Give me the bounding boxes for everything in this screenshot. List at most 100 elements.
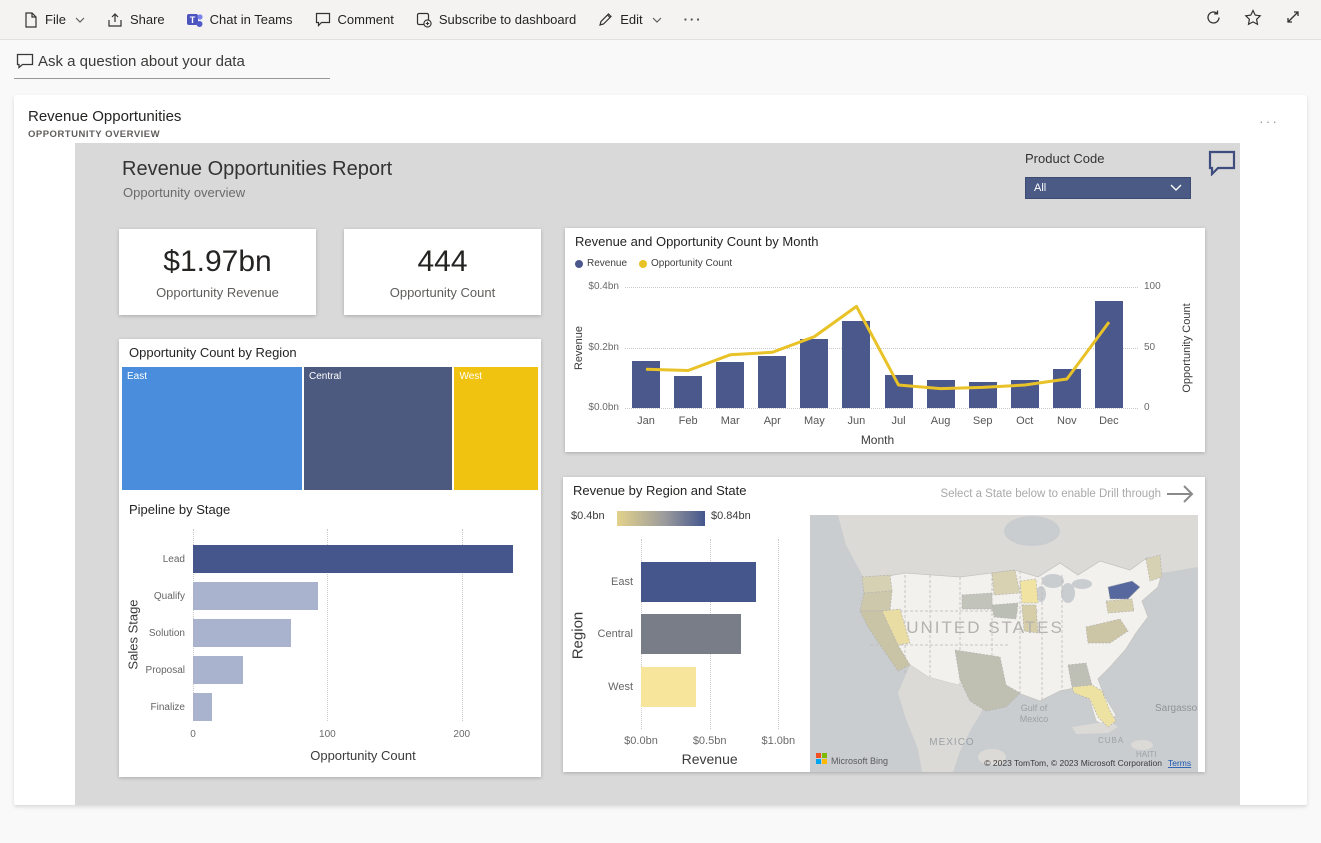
pipeline-bar-proposal[interactable]: [193, 656, 243, 684]
share-label: Share: [130, 12, 165, 27]
x-axis-tick: Sep: [962, 415, 1004, 427]
map-state-wisconsin[interactable]: [1020, 579, 1038, 603]
y-axis-title-region: Region: [570, 576, 587, 696]
x-axis-tick: Dec: [1088, 415, 1130, 427]
gradient-min-label: $0.4bn: [571, 510, 605, 522]
comment-button[interactable]: Comment: [304, 0, 405, 40]
subscribe-label: Subscribe to dashboard: [439, 12, 576, 27]
x-axis-tick: $0.0bn: [619, 735, 663, 747]
comment-label: Comment: [338, 12, 394, 27]
kpi-opportunity-count[interactable]: 444 Opportunity Count: [344, 229, 541, 315]
treemap-tile-central[interactable]: Central: [304, 367, 452, 490]
line-series-opportunity-count[interactable]: [625, 287, 1130, 408]
qa-bar[interactable]: Ask a question about your data: [14, 48, 330, 82]
report-title: Revenue Opportunities Report: [122, 158, 392, 181]
y-axis-tick-right: 100: [1144, 281, 1161, 292]
kpi-value: $1.97bn: [163, 245, 271, 279]
x-axis-tick: Oct: [1004, 415, 1046, 427]
chat-in-teams-button[interactable]: T Chat in Teams: [176, 0, 304, 40]
pipeline-bar-lead[interactable]: [193, 545, 513, 573]
legend-item-opportunity-count[interactable]: Opportunity Count: [639, 258, 732, 269]
map-state-iowa[interactable]: [992, 603, 1018, 619]
product-code-dropdown[interactable]: All: [1025, 177, 1191, 199]
gradient-max-label: $0.84bn: [711, 510, 751, 522]
map-label-cuba: CUBA: [1098, 736, 1124, 745]
dashboard-title: Revenue Opportunities: [28, 108, 181, 125]
x-axis-tick: Jul: [877, 415, 919, 427]
report-comment-icon[interactable]: [1207, 149, 1237, 181]
map-state-washington[interactable]: [862, 575, 892, 593]
gradient-legend-bar: [617, 511, 705, 526]
bing-logo-icon: [822, 753, 827, 758]
treemap-opportunity-by-region: East CentralWest: [122, 367, 538, 490]
chart-legend: Revenue Opportunity Count: [575, 258, 732, 269]
map-terms-link[interactable]: Terms: [1168, 758, 1191, 768]
y-axis-tick-left: $0.4bn: [569, 281, 619, 292]
comment-icon: [315, 12, 331, 27]
pipeline-category-label: Lead: [125, 554, 185, 565]
bing-map[interactable]: UNITED STATESGulf ofMexicoMEXICOCUBAHAIT…: [810, 515, 1198, 772]
subscribe-button[interactable]: Subscribe to dashboard: [405, 0, 587, 40]
pipeline-title: Pipeline by Stage: [129, 502, 230, 517]
x-axis-tick: Nov: [1046, 415, 1088, 427]
treemap-tile-label: East: [127, 371, 147, 382]
treemap-tile-west[interactable]: West: [454, 367, 538, 490]
treemap-title: Opportunity Count by Region: [129, 345, 297, 360]
chat-in-teams-label: Chat in Teams: [210, 12, 293, 27]
treemap-tile-east[interactable]: East: [122, 367, 302, 490]
toolbar-more-button[interactable]: ···: [673, 0, 714, 40]
dashboard-card: Revenue Opportunities OPPORTUNITY OVERVI…: [14, 95, 1307, 805]
legend-item-revenue[interactable]: Revenue: [575, 258, 627, 269]
region-chart-title: Revenue by Region and State: [573, 483, 746, 498]
x-axis-ticks: JanFebMarAprMayJunJulAugSepOctNovDec: [625, 415, 1130, 427]
legend-dot: [575, 260, 583, 268]
pipeline-category-label: Finalize: [125, 702, 185, 713]
pipeline-bar-solution[interactable]: [193, 619, 291, 647]
pipeline-bar-finalize[interactable]: [193, 693, 212, 721]
map-lake: [1042, 574, 1064, 588]
share-icon: [107, 12, 123, 28]
x-axis-title-opportunity-count: Opportunity Count: [193, 748, 533, 763]
y-axis-tick-right: 0: [1144, 402, 1150, 413]
x-axis-tick: Jun: [835, 415, 877, 427]
drill-through-arrow-icon[interactable]: [1165, 483, 1195, 510]
edit-button[interactable]: Edit: [587, 0, 672, 40]
svg-text:T: T: [189, 15, 195, 25]
region-bar-central[interactable]: [641, 614, 741, 654]
x-axis-tick: 200: [450, 729, 474, 740]
chevron-down-icon: [652, 17, 662, 23]
map-state-south-dakota[interactable]: [962, 593, 992, 609]
combo-chart-revenue-by-month: Revenue and Opportunity Count by Month R…: [565, 228, 1205, 452]
subscribe-icon: [416, 12, 432, 28]
map-state-oregon[interactable]: [860, 591, 892, 611]
pipeline-bar-qualify[interactable]: [193, 582, 318, 610]
dashboard-more-button[interactable]: ···: [1259, 113, 1279, 129]
revenue-by-region-card: Revenue by Region and State Select a Sta…: [563, 477, 1205, 772]
map-hispaniola: [1131, 740, 1153, 750]
favorite-button[interactable]: [1237, 4, 1269, 36]
share-button[interactable]: Share: [96, 0, 176, 40]
refresh-button[interactable]: [1197, 4, 1229, 36]
x-axis-tick: Jan: [625, 415, 667, 427]
region-bar-east[interactable]: [641, 562, 756, 602]
file-icon: [23, 12, 38, 28]
expand-icon: [1285, 9, 1301, 30]
kpi-label: Opportunity Count: [390, 285, 496, 300]
treemap-and-pipeline-card: Opportunity Count by Region East CentralW…: [119, 339, 541, 777]
map-lake: [1072, 579, 1092, 589]
fullscreen-button[interactable]: [1277, 4, 1309, 36]
legend-dot: [639, 260, 647, 268]
qa-prompt[interactable]: Ask a question about your data: [38, 53, 245, 70]
chart-title: Revenue and Opportunity Count by Month: [575, 234, 819, 249]
file-menu-label: File: [45, 12, 66, 27]
region-bar-west[interactable]: [641, 667, 696, 707]
x-axis-tick: May: [793, 415, 835, 427]
teams-icon: T: [187, 12, 203, 28]
edit-label: Edit: [620, 12, 642, 27]
map-state-minnesota[interactable]: [992, 570, 1020, 595]
map-state-pennsylvania[interactable]: [1106, 599, 1134, 613]
kpi-opportunity-revenue[interactable]: $1.97bn Opportunity Revenue: [119, 229, 316, 315]
bing-logo-icon: [816, 759, 821, 764]
file-menu-button[interactable]: File: [12, 0, 96, 40]
map-attribution: © 2023 TomTom, © 2023 Microsoft Corporat…: [984, 758, 1162, 768]
